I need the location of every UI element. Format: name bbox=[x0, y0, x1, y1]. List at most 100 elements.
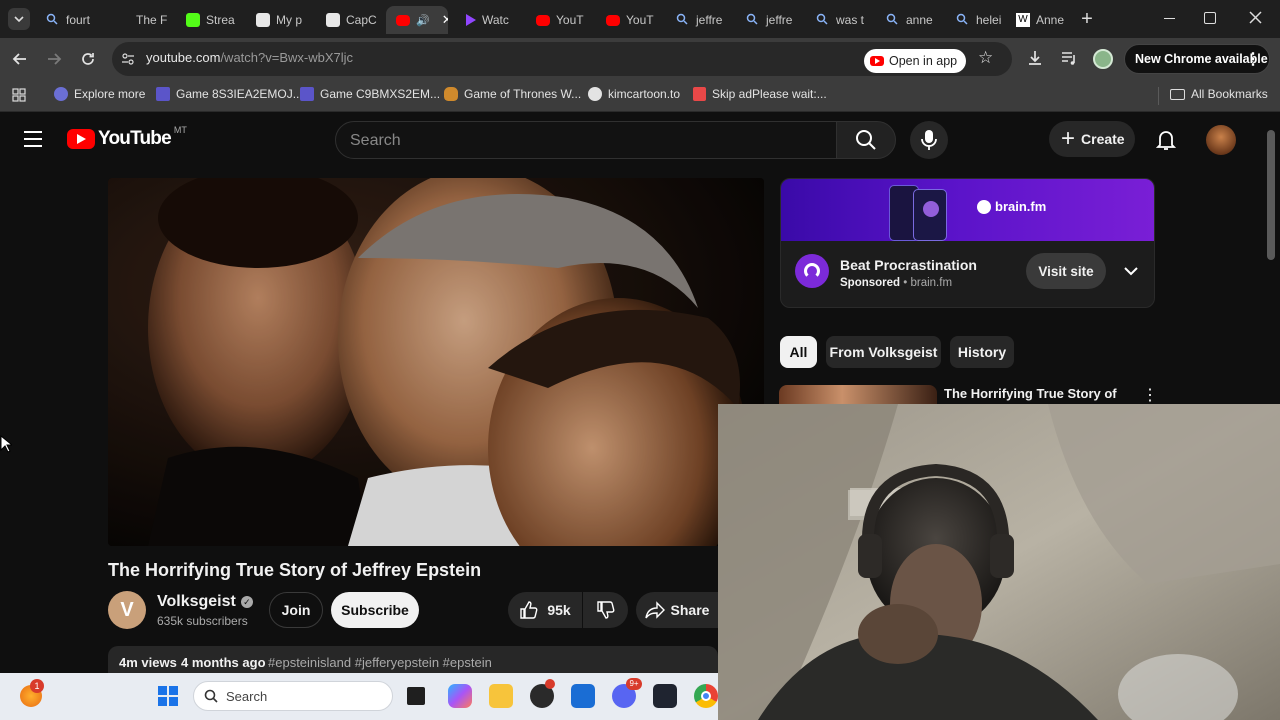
browser-tab[interactable]: 🔊 ✕ bbox=[386, 6, 448, 34]
windows-start-icon[interactable] bbox=[157, 685, 179, 707]
discord-icon[interactable]: 9+ bbox=[612, 678, 642, 708]
browser-tab[interactable]: anne bbox=[876, 6, 940, 34]
site-info-icon[interactable] bbox=[121, 52, 135, 66]
chip-all[interactable]: All bbox=[780, 336, 817, 368]
ad-banner-image: brain.fm bbox=[781, 179, 1154, 241]
bookmark-kimcartoon[interactable]: kimcartoon.to bbox=[588, 87, 680, 101]
browser-tab[interactable]: My p bbox=[246, 6, 310, 34]
search-input[interactable]: Search bbox=[350, 132, 401, 150]
close-tab-icon[interactable]: ✕ bbox=[442, 12, 448, 28]
related-video-title[interactable]: The Horrifying True Story of bbox=[944, 386, 1117, 401]
search-icon bbox=[204, 689, 218, 703]
forward-button[interactable] bbox=[44, 49, 64, 69]
youtube-header: YouTube MT Search + Create bbox=[0, 113, 1264, 169]
youtube-logo[interactable]: YouTube MT bbox=[67, 125, 187, 150]
more-vert-icon: ⋮ bbox=[1245, 51, 1261, 68]
media-control-icon[interactable] bbox=[1060, 49, 1078, 67]
url-text[interactable]: youtube.com/watch?v=Bwx-wbX7ljc bbox=[146, 50, 353, 65]
close-window-button[interactable] bbox=[1246, 8, 1266, 28]
back-button[interactable] bbox=[10, 49, 30, 69]
chevron-down-icon[interactable] bbox=[1124, 266, 1138, 276]
bookmark-star-icon[interactable]: ☆ bbox=[978, 48, 993, 68]
browser-tab[interactable]: The F bbox=[106, 6, 170, 34]
browser-tab[interactable]: YouT bbox=[596, 6, 660, 34]
search-box[interactable]: Search bbox=[335, 121, 837, 159]
task-view-icon[interactable] bbox=[407, 687, 425, 705]
browser-tab[interactable]: jeffre bbox=[736, 6, 800, 34]
share-button[interactable]: Share bbox=[636, 592, 718, 628]
channel-avatar[interactable]: V bbox=[108, 591, 146, 629]
tab-search-button[interactable] bbox=[8, 8, 30, 30]
account-avatar[interactable] bbox=[1206, 125, 1236, 155]
browser-tab[interactable]: CapC bbox=[316, 6, 380, 34]
minimize-button[interactable] bbox=[1160, 8, 1180, 28]
voice-search-button[interactable] bbox=[910, 121, 948, 159]
file-explorer-icon[interactable] bbox=[489, 684, 513, 708]
game-icon bbox=[300, 87, 314, 101]
reload-button[interactable] bbox=[78, 49, 98, 69]
thumbs-up-icon bbox=[520, 601, 538, 619]
copilot-icon[interactable] bbox=[448, 684, 472, 708]
chip-from-volksgeist[interactable]: From Volksgeist bbox=[826, 336, 941, 368]
browser-tab[interactable]: Watc bbox=[456, 6, 520, 34]
new-tab-button[interactable]: + bbox=[1076, 8, 1098, 30]
tab-label: My p bbox=[276, 13, 303, 27]
new-chrome-available-button[interactable]: New Chrome available ⋮ bbox=[1124, 44, 1270, 74]
tab-label: helei bbox=[976, 13, 1002, 27]
extension-icon bbox=[693, 87, 706, 101]
like-button[interactable]: 95k bbox=[508, 592, 582, 628]
restore-button[interactable] bbox=[1204, 12, 1216, 24]
tab-label: anne bbox=[906, 13, 933, 27]
tab-strip: fourt The F Strea My p CapC 🔊 ✕ Watc YouT YouT jef… bbox=[0, 0, 1280, 38]
join-button[interactable]: Join bbox=[269, 592, 323, 628]
download-icon[interactable] bbox=[1026, 49, 1044, 67]
create-button[interactable]: + Create bbox=[1049, 121, 1135, 157]
bookmark-skip-ad[interactable]: Skip adPlease wait:... bbox=[693, 87, 827, 101]
reload-icon bbox=[82, 53, 94, 65]
notifications-bell-icon[interactable] bbox=[1155, 129, 1177, 151]
mouse-cursor-icon bbox=[0, 435, 12, 453]
browser-tab[interactable]: fourt bbox=[36, 6, 100, 34]
bookmark-game-1[interactable]: Game 8S3IEA2EMOJ... bbox=[156, 87, 303, 101]
search-button[interactable] bbox=[836, 121, 896, 159]
open-in-app-button[interactable]: Open in app bbox=[864, 49, 966, 73]
hamburger-menu-icon[interactable] bbox=[24, 131, 42, 147]
browser-tab[interactable]: jeffre bbox=[666, 6, 730, 34]
close-icon bbox=[1249, 11, 1262, 24]
hashtags[interactable]: #epsteinisland #jefferyepstein #epstein bbox=[268, 655, 492, 670]
speaker-icon[interactable]: 🔊 bbox=[416, 14, 430, 27]
folder-icon bbox=[1170, 88, 1185, 100]
related-video-thumbnail[interactable] bbox=[779, 385, 937, 404]
capcut-icon bbox=[256, 13, 270, 27]
globe-icon bbox=[588, 87, 602, 101]
notification-app-icon[interactable]: 1 bbox=[20, 679, 44, 707]
subscribe-button[interactable]: Subscribe bbox=[331, 592, 419, 628]
sponsored-ad-card[interactable]: brain.fm Beat Procrastination Sponsored … bbox=[780, 178, 1155, 308]
browser-tab[interactable]: Strea bbox=[176, 6, 240, 34]
bookmark-game-of-thrones[interactable]: Game of Thrones W... bbox=[444, 87, 581, 101]
more-options-icon[interactable]: ⋮ bbox=[1142, 385, 1158, 405]
tab-label: jeffre bbox=[696, 13, 723, 27]
bookmark-explore-more[interactable]: Explore more bbox=[54, 87, 145, 101]
browser-tab[interactable]: W Anne bbox=[1006, 6, 1070, 34]
profile-avatar[interactable] bbox=[1093, 49, 1113, 69]
video-player[interactable] bbox=[108, 178, 764, 546]
dislike-button[interactable] bbox=[583, 592, 628, 628]
browser-tab[interactable]: helei bbox=[946, 6, 1010, 34]
bookmark-game-2[interactable]: Game C9BMXS2EM... bbox=[300, 87, 440, 101]
apps-grid-icon[interactable] bbox=[12, 88, 26, 102]
browser-tab[interactable]: was t bbox=[806, 6, 870, 34]
all-bookmarks[interactable]: All Bookmarks bbox=[1170, 87, 1268, 101]
chrome-icon[interactable] bbox=[694, 684, 718, 708]
outlook-icon[interactable] bbox=[571, 684, 595, 708]
audio-editor-icon[interactable] bbox=[653, 684, 677, 708]
scrollbar-thumb[interactable] bbox=[1267, 130, 1275, 260]
description-box[interactable]: 4m views 4 months ago #epsteinisland #je… bbox=[108, 646, 718, 673]
ad-meta: Sponsored • brain.fm bbox=[840, 277, 953, 289]
thumbs-down-icon bbox=[596, 601, 614, 619]
visit-site-button[interactable]: Visit site bbox=[1026, 253, 1106, 289]
chip-history[interactable]: History bbox=[950, 336, 1014, 368]
taskbar-search[interactable]: Search bbox=[193, 681, 393, 711]
channel-name[interactable]: Volksgeist ✓ bbox=[157, 593, 253, 611]
browser-tab[interactable]: YouT bbox=[526, 6, 590, 34]
